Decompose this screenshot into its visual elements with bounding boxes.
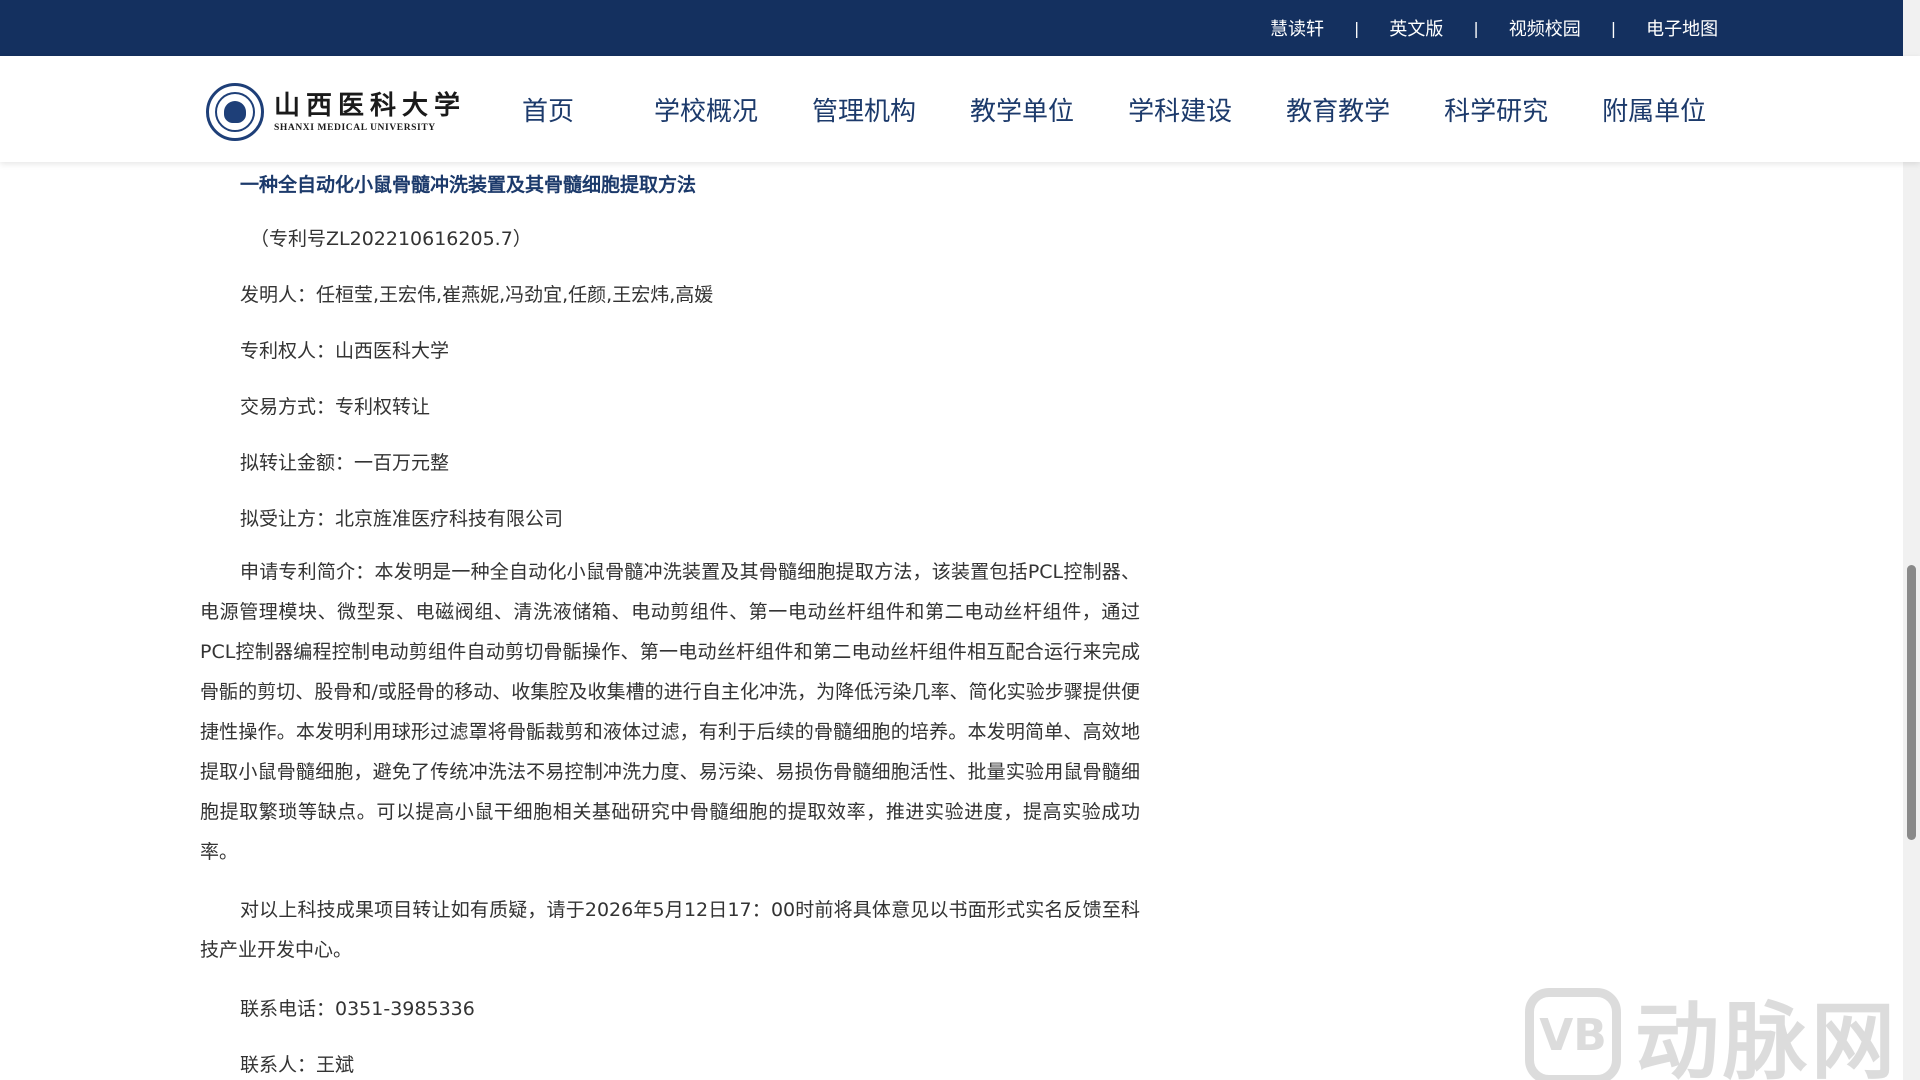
top-links: 慧读轩 | 英文版 | 视频校园 | 电子地图 — [1270, 0, 1718, 56]
scrollbar-thumb[interactable] — [1907, 565, 1916, 840]
patentee: 专利权人：山西医科大学 — [240, 340, 450, 362]
inventors: 发明人：任桓莹,王宏伟,崔燕妮,冯劲宜,任颜,王宏炜,高媛 — [240, 284, 714, 306]
nav-about[interactable]: 学校概况 — [654, 91, 758, 128]
nav-research[interactable]: 科学研究 — [1444, 91, 1548, 128]
nav-administration[interactable]: 管理机构 — [812, 91, 916, 128]
page: 慧读轩 | 英文版 | 视频校园 | 电子地图 山西医科大学 SHANXI ME… — [0, 0, 1920, 1080]
separator: | — [1354, 18, 1360, 38]
nav-education[interactable]: 教育教学 — [1286, 91, 1390, 128]
assignee: 拟受让方：北京旌准医疗科技有限公司 — [240, 508, 564, 530]
main-nav: 首页 学校概况 管理机构 教学单位 学科建设 教育教学 科学研究 附属单位 — [494, 56, 1760, 162]
patent-number: （专利号ZL202210616205.7） — [250, 228, 532, 250]
main-header: 山西医科大学 SHANXI MEDICAL UNIVERSITY 首页 学校概况… — [0, 56, 1920, 162]
abstract-paragraph: 申请专利简介：本发明是一种全自动化小鼠骨髓冲洗装置及其骨髓细胞提取方法，该装置包… — [200, 561, 1140, 863]
vertical-scrollbar[interactable] — [1903, 0, 1920, 1080]
article-title: 一种全自动化小鼠骨髓冲洗装置及其骨髓细胞提取方法 — [240, 174, 697, 196]
top-link-huiduxuan[interactable]: 慧读轩 — [1270, 15, 1324, 41]
watermark-text: 动脉网 — [1635, 993, 1900, 1080]
top-link-video-campus[interactable]: 视频校园 — [1509, 15, 1581, 41]
transfer-amount: 拟转让金额：一百万元整 — [240, 452, 450, 474]
separator: | — [1610, 18, 1617, 38]
logo-english-name: SHANXI MEDICAL UNIVERSITY — [274, 123, 436, 133]
university-seal-icon — [206, 83, 264, 141]
watermark-logo-icon: VB — [1525, 987, 1621, 1080]
top-link-english[interactable]: 英文版 — [1389, 15, 1443, 41]
seal-emblem — [224, 101, 246, 123]
watermark: VB 动脉网 — [1525, 975, 1899, 1080]
top-link-map[interactable]: 电子地图 — [1646, 15, 1718, 41]
logo-chinese-name: 山西医科大学 — [274, 91, 467, 121]
contact-phone: 联系电话：0351-3985336 — [240, 998, 475, 1020]
nav-teaching-units[interactable]: 教学单位 — [970, 91, 1074, 128]
nav-disciplines[interactable]: 学科建设 — [1128, 91, 1232, 128]
separator: | — [1473, 18, 1479, 38]
trade-method: 交易方式：专利权转让 — [240, 396, 431, 418]
contact-person: 联系人：王斌 — [240, 1054, 355, 1076]
top-utility-bar: 慧读轩 | 英文版 | 视频校园 | 电子地图 — [0, 0, 1920, 56]
university-logo[interactable]: 山西医科大学 SHANXI MEDICAL UNIVERSITY — [206, 81, 466, 143]
logo-text: 山西医科大学 SHANXI MEDICAL UNIVERSITY — [274, 91, 466, 133]
nav-affiliates[interactable]: 附属单位 — [1602, 91, 1706, 128]
notice-paragraph: 对以上科技成果项目转让如有质疑，请于2026年5月12日17：00时前将具体意见… — [200, 899, 1140, 961]
nav-home[interactable]: 首页 — [522, 91, 574, 128]
